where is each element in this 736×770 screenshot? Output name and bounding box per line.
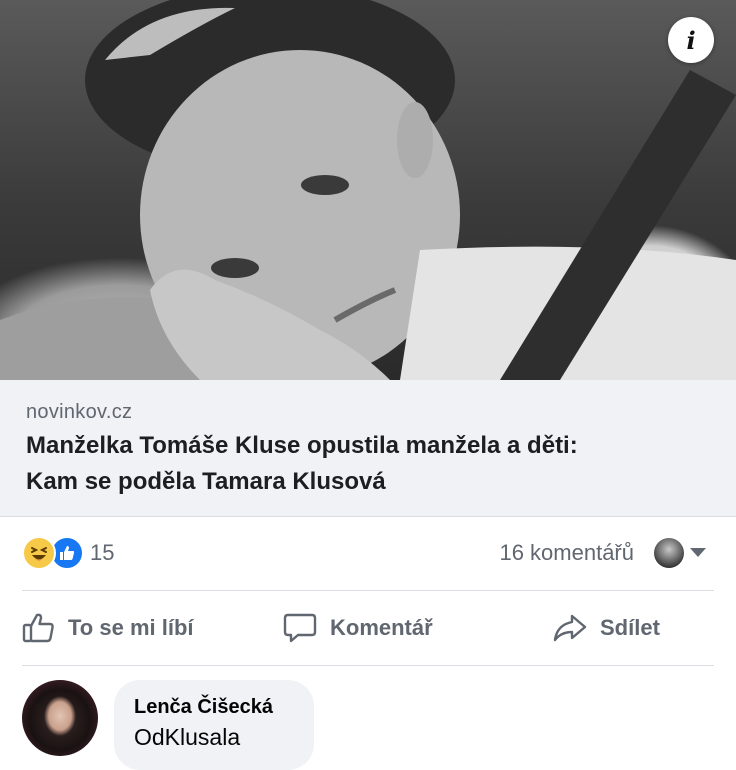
share-icon xyxy=(553,614,587,642)
share-label: Sdílet xyxy=(600,615,660,640)
comments-count[interactable]: 16 komentářů xyxy=(499,540,634,566)
photo-illustration xyxy=(0,0,736,380)
comment-icon xyxy=(283,613,317,643)
like-label: To se mi líbí xyxy=(68,615,194,640)
share-button[interactable]: Sdílet xyxy=(552,591,660,665)
thumbs-up-icon xyxy=(22,613,54,643)
comment-author-name[interactable]: Lenča Čišecká xyxy=(134,696,273,719)
link-domain: novinkov.cz xyxy=(26,401,133,423)
comment-text: OdKlusala xyxy=(134,724,241,750)
post-actions: To se mi líbí Komentář Sdílet xyxy=(0,591,736,665)
comment-bubble[interactable]: Lenča Čišecká OdKlusala xyxy=(114,680,314,770)
comment-button[interactable]: Komentář xyxy=(282,591,433,665)
divider xyxy=(22,665,714,666)
post-image[interactable]: i xyxy=(0,0,736,380)
reaction-count: 15 xyxy=(90,540,115,565)
link-title: Manželka Tomáše Kluse opustila manžela a… xyxy=(26,428,716,500)
post-stats: 15 16 komentářů xyxy=(0,516,736,590)
viewer-avatar[interactable] xyxy=(654,538,684,568)
chevron-down-icon[interactable] xyxy=(690,548,706,557)
haha-icon xyxy=(22,536,56,570)
link-title-line-2: Kam se poděla Tamara Klusová xyxy=(26,468,386,495)
comment-author-avatar[interactable] xyxy=(22,680,98,756)
reactions-summary[interactable]: 15 xyxy=(22,536,114,570)
like-button[interactable]: To se mi líbí xyxy=(22,591,194,665)
info-icon[interactable]: i xyxy=(668,17,714,63)
link-preview[interactable]: novinkov.cz Manželka Tomáše Kluse opusti… xyxy=(0,380,736,517)
comment-label: Komentář xyxy=(330,615,433,640)
link-title-line-1: Manželka Tomáše Kluse opustila manžela a… xyxy=(26,432,578,459)
